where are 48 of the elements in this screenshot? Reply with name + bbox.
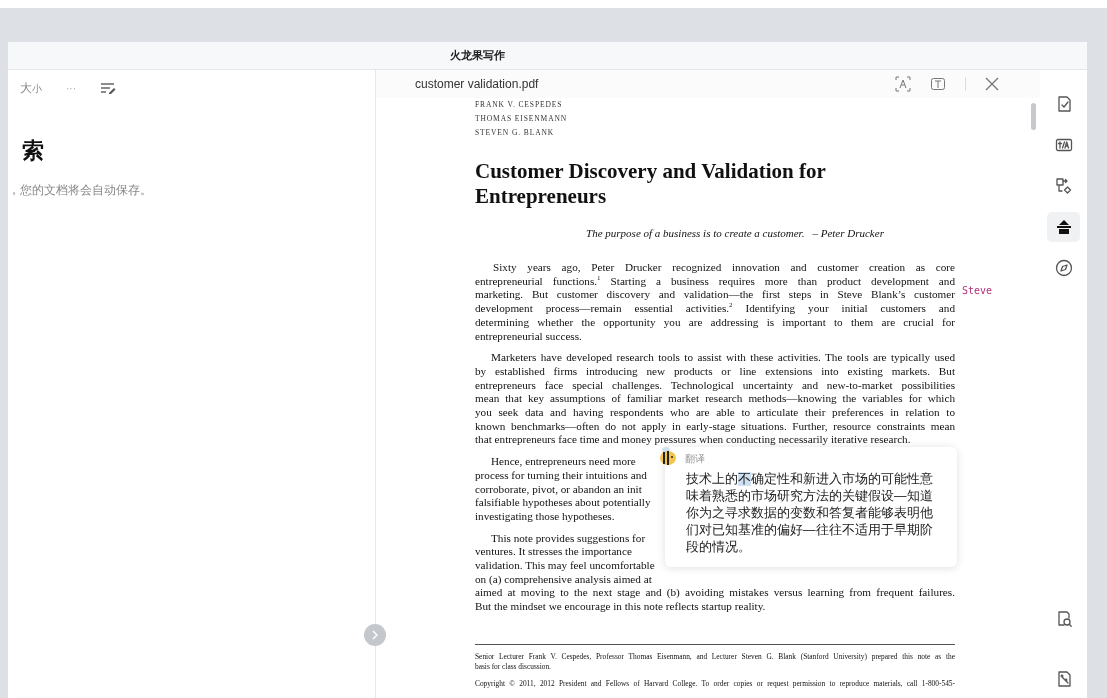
scrollbar-thumb[interactable] <box>1031 103 1036 130</box>
paragraph-line: on (a) comprehensive analysis aimed at <box>475 572 652 587</box>
chevron-right-icon <box>371 630 379 640</box>
translation-line: 技术上的不确定性和新进入市场的可能性意 <box>686 471 934 488</box>
paragraph-line: marketing. But customer discovery and validation—the first steps in Steve Blank’s customer <box>475 288 955 303</box>
paragraph-line: development process—remain essential activities.$^{2}$ Identifying your initial customers and <box>475 302 955 316</box>
epigraph-quote: The purpose of a business is to create a customer. <box>586 227 805 239</box>
paragraph-line: mean that key assumptions of familiar market research methods—knowing the variables for which <box>475 392 955 407</box>
translation-line: 们对已知基准的偏好—往往不适用于早期阶 <box>686 522 934 539</box>
paragraph-line: validation. This may feel uncomfortable <box>475 559 655 573</box>
translation-line: 段的情况。 <box>686 539 752 556</box>
paragraph-line: process for turning their intuitions and <box>475 468 647 483</box>
translation-line: 你为之寻求数据的变数和答复者能够表明他 <box>686 505 934 522</box>
paragraph-line: you seek data and having respondents who are able to articulate their preferences in relation to <box>475 406 955 420</box>
paragraph-line: corroborate, pivot, or abandon an init <box>475 482 642 497</box>
paragraph-line: falsifiable hypotheses about potentially <box>475 496 651 510</box>
file-name: customer validation.pdf <box>415 77 539 91</box>
close-icon[interactable] <box>984 76 1000 92</box>
paragraph-line: Sixty years ago, Peter Drucker recognized innovation and customer creation as core <box>492 261 955 275</box>
paragraph-line: entrepreneurs face special challenges. Technological uncertainty and new-to-market possibilities <box>475 378 955 393</box>
paragraph-line: aimed at moving to the next stage and (b) avoiding mistakes versus learning from frequent failures. <box>475 586 955 601</box>
paragraph-line: Marketers have developed research tools to assist with these activities. The tools are typically used <box>490 351 955 365</box>
paragraph-line: investigating those hypotheses. <box>475 509 615 524</box>
epigraph-attribution: – Peter Drucker <box>812 227 884 239</box>
paragraph-line: ventures. It stresses the importance <box>475 545 632 560</box>
paragraph-line: determining whether the opportunity you are addressing is important to them are crucial for <box>475 315 955 330</box>
document-heading: 索 <box>22 137 45 165</box>
paragraph-line: But the mindset we encourage in this note reflects startup reality. <box>475 600 766 614</box>
window-title: 火龙果写作 <box>450 48 505 63</box>
paragraph-line: entrepreneurial success. <box>475 329 582 344</box>
paragraph-line: by established firms introducing new products or line extensions into existing markets. But <box>475 364 955 379</box>
bee-icon <box>657 446 679 466</box>
font-size-button[interactable]: 大小 <box>20 79 42 97</box>
paragraph-line: that entrepreneurs face time and money pressures when conducting necessarily iterative research. <box>475 433 911 448</box>
paragraph-line: entrepreneurial functions.$^{1}$ Starting a business requires more than product development and <box>475 274 955 289</box>
translation-line: 味着熟悉的市场研究方法的关键假设—知道 <box>686 488 934 505</box>
text-frame-icon[interactable] <box>929 76 947 92</box>
text-recognition-icon[interactable] <box>895 76 911 92</box>
paragraph-line: Hence, entrepreneurs need more <box>490 455 636 469</box>
more-button[interactable]: ··· <box>66 82 76 94</box>
document-title: Customer Discovery and Validation for Entrepreneurs <box>475 159 827 209</box>
autosave-hint: ，您的文档将会自动保存。 <box>8 182 153 199</box>
popup-label: 翻译 <box>685 452 706 466</box>
margin-note: Steve <box>962 285 993 296</box>
hat-icon[interactable] <box>1047 212 1080 242</box>
paragraph-line: known benchmarks—often do not apply in early-stage situations. Further, resource constraints mean <box>475 419 955 434</box>
paragraph-line: This note provides suggestions for <box>490 531 646 546</box>
format-pen-icon[interactable] <box>100 82 116 94</box>
